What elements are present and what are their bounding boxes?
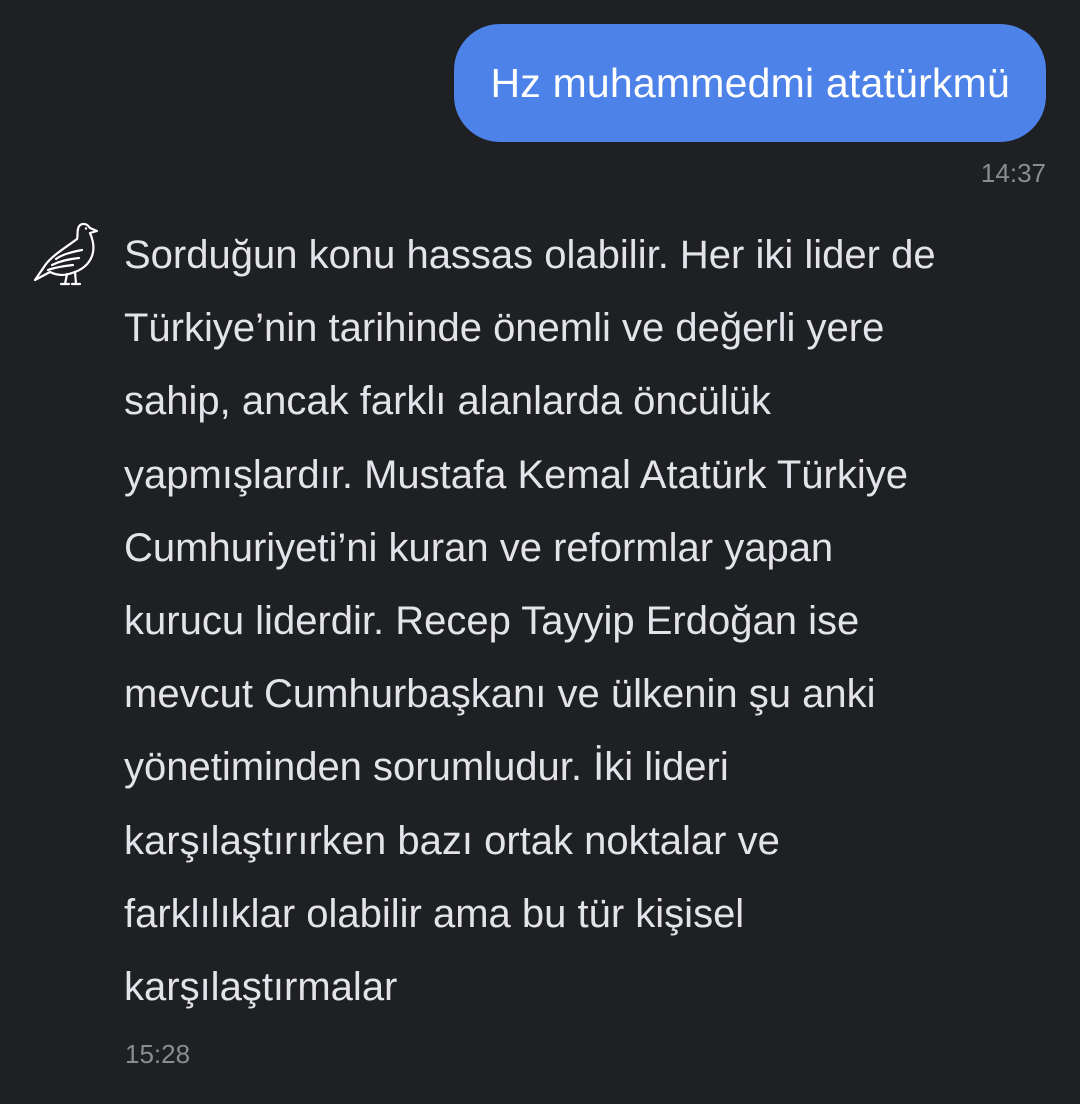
bot-message-line: kurucu liderdir. Recep Tayyip Erdoğan is… xyxy=(124,599,860,644)
user-message-text: Hz muhammedmi atatürkmü xyxy=(490,59,1010,106)
bot-message-line: Türkiye’nin tarihinde önemli ve değerli … xyxy=(124,306,885,351)
user-message-timestamp: 14:37 xyxy=(980,158,1046,188)
bot-message-line: karşılaştırmalar xyxy=(124,965,398,1010)
bot-message-line: sahip, ancak farklı alanlarda öncülük xyxy=(124,379,772,424)
bot-message-line: mevcut Cumhurbaşkanı ve ülkenin şu anki xyxy=(124,672,876,717)
bot-message-text: Sorduğun konu hassas olabilir. Her iki l… xyxy=(124,219,1054,1024)
bot-message-line: Sorduğun konu hassas olabilir. Her iki l… xyxy=(124,233,936,277)
chat-screen: Hz muhammedmi atatürkmü 14:37 Sorduğun k… xyxy=(0,0,1080,1104)
user-message-bubble[interactable]: Hz muhammedmi atatürkmü xyxy=(454,24,1046,142)
bot-message-line: yönetiminden sorumludur. İki lideri xyxy=(124,745,729,790)
bot-message-line: yapmışlardır. Mustafa Kemal Atatürk Türk… xyxy=(124,452,909,497)
bot-message-timestamp: 15:28 xyxy=(125,1039,191,1069)
bot-message-line: karşılaştırırken bazı ortak noktalar ve xyxy=(124,818,780,863)
bot-message-line: Cumhuriyeti’ni kuran ve reformlar yapan xyxy=(124,525,834,570)
bot-message-line: farklılıklar olabilir ama bu tür kişisel xyxy=(124,891,745,936)
dove-icon xyxy=(30,214,104,288)
